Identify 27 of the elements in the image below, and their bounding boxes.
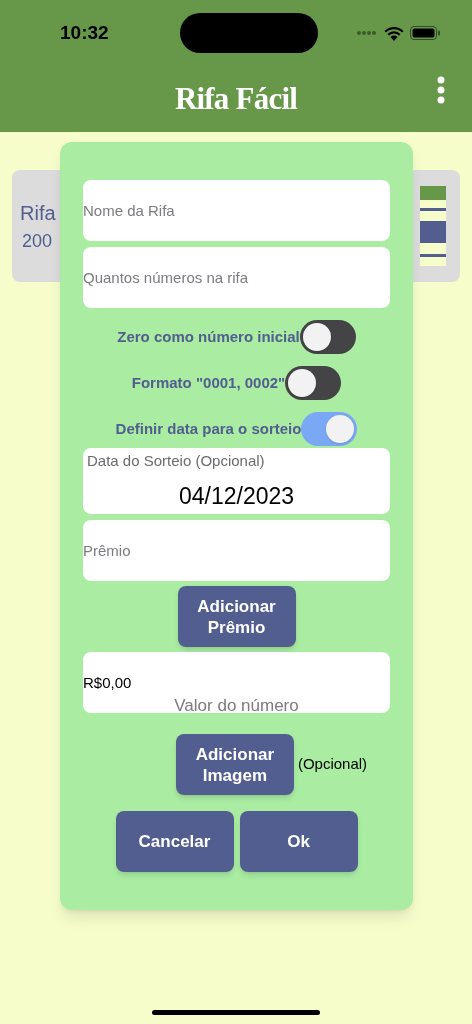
toggle-label: Definir data para o sorteio (115, 418, 302, 439)
toggle-switch[interactable] (285, 366, 342, 400)
signal-icon (356, 30, 378, 36)
optional-note: (Opcional) (297, 754, 368, 775)
date-label: Data do Sorteio (Opcional) (87, 451, 265, 471)
dialog-button[interactable]: Cancelar (115, 811, 234, 872)
status-time: 10:32 (60, 20, 109, 45)
add-image-button[interactable]: Adicionar Imagem (175, 734, 294, 795)
date-field[interactable]: Data do Sorteio (Opcional) 04/12/2023 (83, 448, 390, 514)
wifi-icon (384, 25, 404, 41)
toggle-switch[interactable] (301, 412, 358, 446)
battery-icon (410, 26, 440, 40)
value-field[interactable]: R$0,00 Valor do número (83, 652, 390, 713)
count-field[interactable]: Quantos números na rifa (83, 247, 390, 308)
name-field[interactable]: Nome da Rifa (83, 180, 390, 241)
raffle-title: Rifa (20, 200, 56, 226)
raffle-subtitle: 200 (22, 229, 53, 253)
date-value: 04/12/2023 (178, 481, 295, 511)
more-menu-icon[interactable] (437, 76, 445, 104)
toggle-label: Formato "0001, 0002" (131, 372, 286, 393)
toggle-switch[interactable] (299, 320, 356, 354)
dialog-button[interactable]: Ok (239, 811, 358, 872)
app-title: Rifa Fácil (174, 79, 298, 118)
add-prize-button[interactable]: Adicionar Prêmio (177, 586, 296, 647)
value-text: R$0,00 (83, 673, 132, 693)
toggle-label: Zero como número inicial (117, 326, 300, 347)
prize-field[interactable]: Prêmio (83, 520, 390, 581)
